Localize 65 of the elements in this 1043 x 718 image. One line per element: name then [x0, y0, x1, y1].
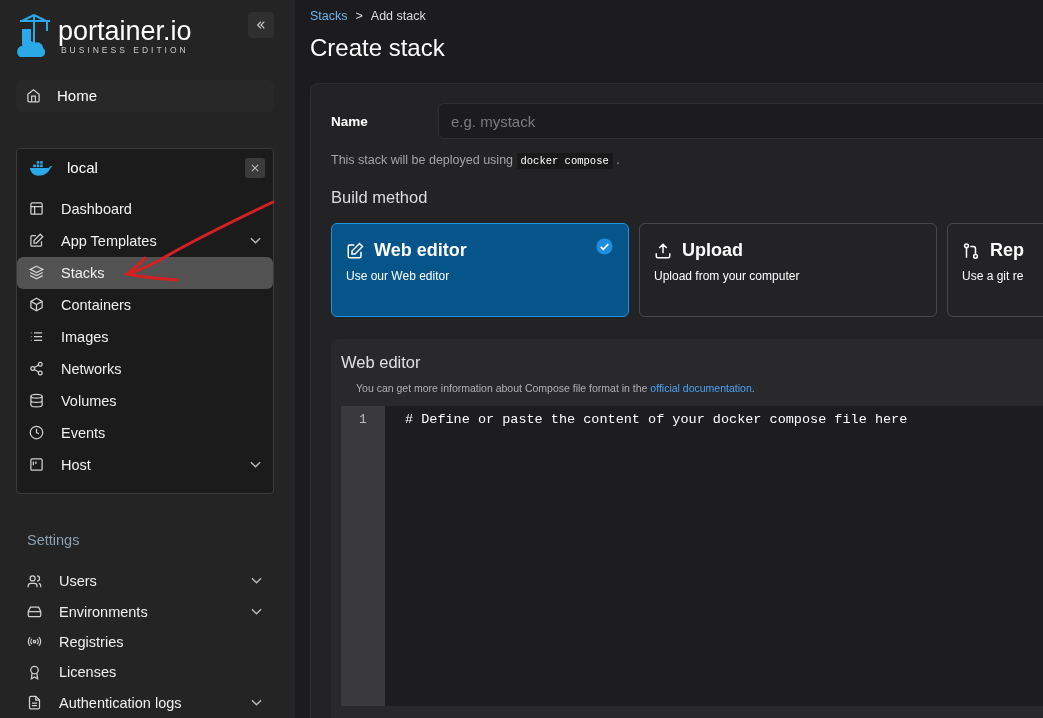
- sidebar-item[interactable]: Events: [17, 416, 273, 449]
- check-icon: [596, 238, 613, 255]
- field-label: Name: [331, 113, 369, 129]
- sidebar-item[interactable]: Stacks: [17, 256, 273, 289]
- upload-icon: [654, 241, 672, 260]
- sidebar-item[interactable]: Users: [16, 565, 274, 597]
- sidebar-item[interactable]: Dashboard: [17, 192, 273, 225]
- edit-icon: [346, 241, 364, 260]
- cube-icon: [29, 297, 44, 313]
- breadcrumb-text: Add stack: [370, 9, 426, 23]
- name-field[interactable]: e.g. mystack: [438, 103, 1043, 139]
- sidebar-item[interactable]: Registries: [16, 626, 274, 658]
- sidebar-item[interactable]: Environments: [16, 596, 274, 627]
- breadcrumb-link[interactable]: Stacks: [310, 9, 348, 23]
- sidebar-item[interactable]: Volumes: [17, 384, 273, 417]
- double-chevron-icon: [256, 20, 266, 30]
- option-description: Upload from your computer: [654, 269, 801, 283]
- clock-icon: [29, 425, 44, 441]
- method-option[interactable]: Rep Use a git re: [947, 223, 1043, 317]
- sidebar-item[interactable]: Networks: [17, 352, 273, 385]
- editor-title: Web editor: [341, 353, 422, 372]
- option-title: Rep: [990, 240, 1024, 261]
- collapse-button[interactable]: [248, 12, 274, 38]
- option-title: Web editor: [374, 240, 467, 261]
- line-number: 1: [359, 412, 367, 427]
- breadcrumb-text: >: [355, 9, 363, 23]
- sidebar-item[interactable]: Host: [17, 448, 273, 481]
- edition-label: BUSINESS EDITION: [60, 44, 189, 55]
- users-icon: [27, 573, 42, 589]
- sidebar-item[interactable]: Authentication logs: [16, 687, 274, 718]
- logo-icon: [16, 12, 52, 59]
- section-title: Build method: [331, 188, 429, 207]
- share-icon: [29, 361, 44, 377]
- git-pull-icon: [962, 241, 980, 260]
- close-button[interactable]: [245, 157, 265, 178]
- logo-text: portainer.io: [58, 16, 192, 45]
- layers-icon: [29, 265, 44, 281]
- code-editor[interactable]: 1 # Define or paste the content of your docker compose file here: [341, 406, 1043, 706]
- layout-icon: [29, 201, 44, 217]
- board-icon: [29, 457, 44, 473]
- option-description: Use a git re: [962, 269, 1025, 283]
- home-icon: [26, 88, 41, 104]
- method-option[interactable]: Upload Upload from your computer: [639, 223, 937, 317]
- edit-icon: [29, 233, 44, 249]
- editor-note: You can get more information about Compose file format in the official documentation.: [356, 382, 756, 394]
- document-icon: [27, 695, 42, 711]
- close-icon: [251, 163, 259, 172]
- home-link[interactable]: Home: [16, 79, 274, 112]
- option-title: Upload: [682, 240, 743, 261]
- method-option[interactable]: Web editor Use our Web editor: [331, 223, 629, 317]
- drive-icon: [27, 604, 42, 619]
- option-description: Use our Web editor: [346, 269, 451, 283]
- deploy-note: This stack will be deployed using docker compose .: [331, 153, 621, 167]
- sidebar-item[interactable]: Images: [17, 320, 273, 353]
- section-title: Settings: [27, 531, 81, 548]
- page-title: Create stack: [310, 34, 446, 62]
- code-line: # Define or paste the content of your docker compose file here: [405, 412, 908, 427]
- award-icon: [27, 664, 42, 680]
- database-icon: [29, 393, 44, 409]
- documentation-link[interactable]: official documentation: [650, 382, 752, 394]
- sidebar-item[interactable]: Licenses: [16, 657, 274, 688]
- whale-icon: [29, 159, 53, 176]
- sidebar-item[interactable]: Containers: [17, 288, 273, 321]
- sidebar-item[interactable]: App Templates: [17, 224, 273, 257]
- environment-name: local: [67, 159, 98, 177]
